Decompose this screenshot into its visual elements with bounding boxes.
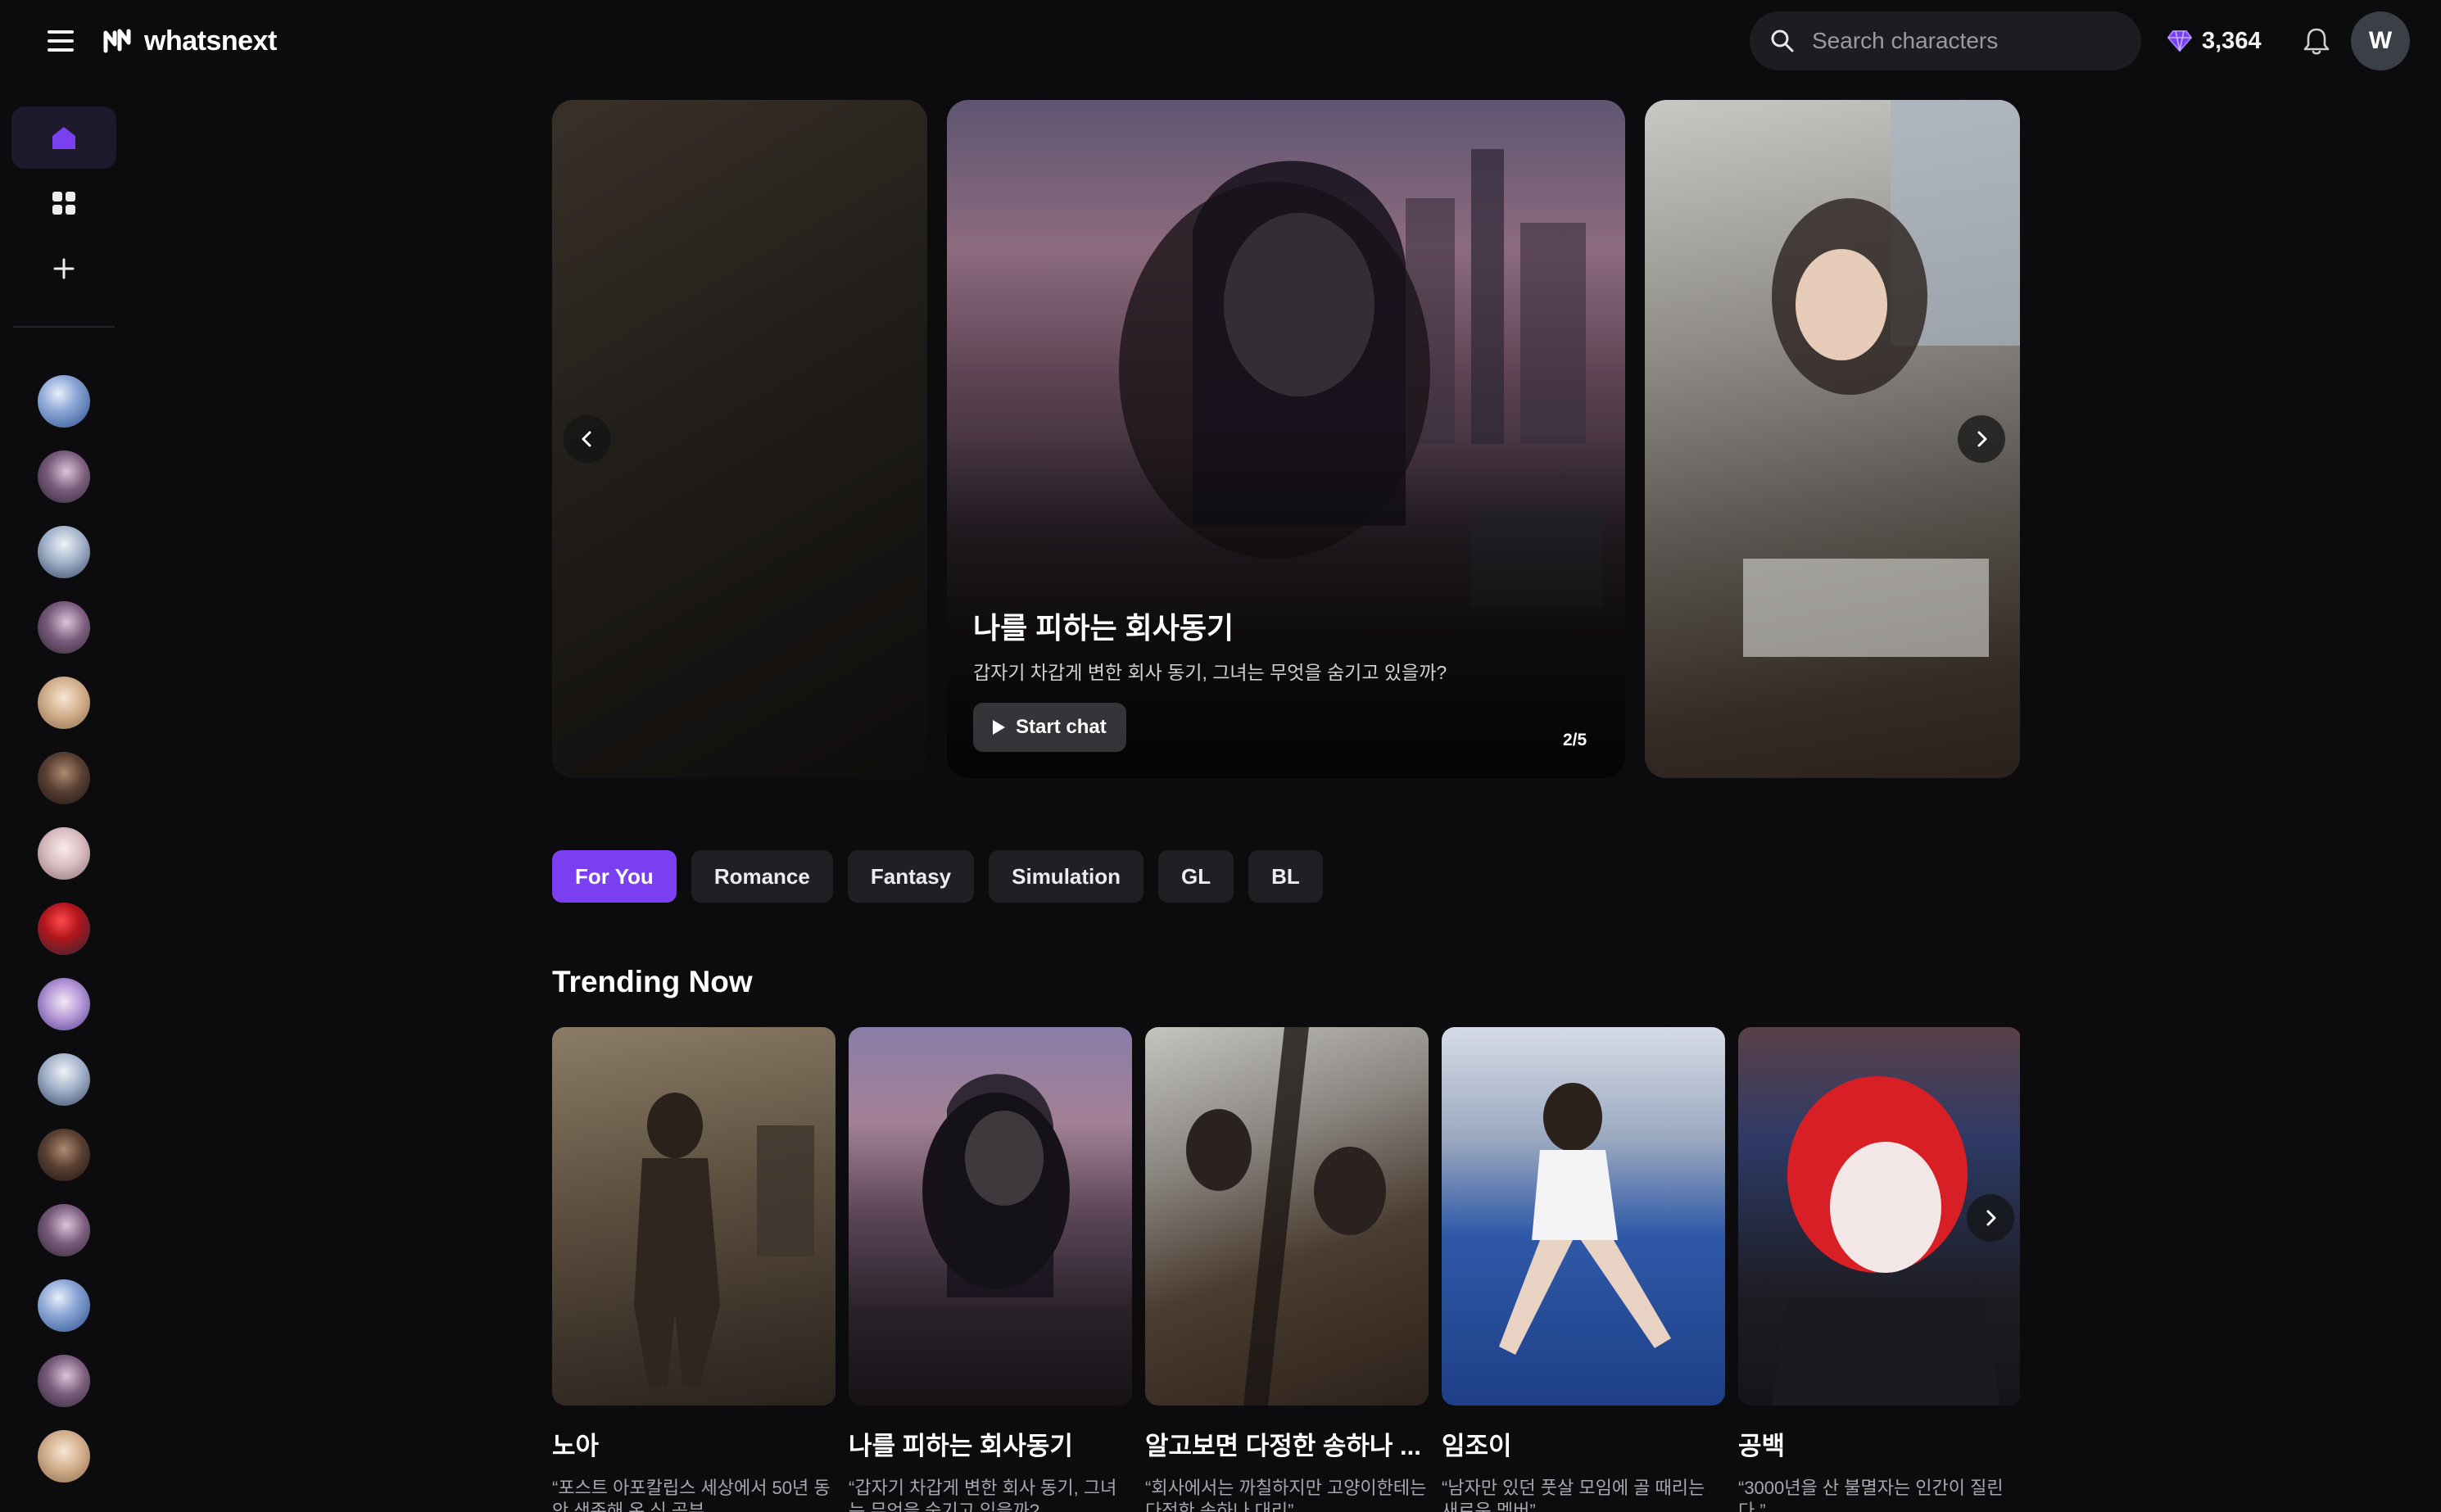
sidebar-item-explore[interactable]: [11, 172, 116, 234]
tab-gl[interactable]: GL: [1158, 850, 1234, 903]
sidebar-item-create[interactable]: [11, 238, 116, 300]
character-description: “남자만 있던 풋살 모임에 골 때리는 새로운 멤버”: [1442, 1478, 1705, 1512]
trending-list: 노아 “포스트 아포칼립스 세상에서 50년 동안 생존해 온 식 공부 나를 …: [552, 1027, 2020, 1512]
category-tabs: For You Romance Fantasy Simulation GL BL: [552, 850, 1323, 903]
recent-chat-avatar[interactable]: [38, 375, 90, 428]
hero-carousel: 나를 피하는 회사동기 갑자기 차갑게 변한 회사 동기, 그녀는 무엇을 숨기…: [552, 100, 2020, 778]
gem-balance[interactable]: 3,364: [2167, 23, 2262, 59]
plus-icon: [53, 258, 75, 279]
tab-bl[interactable]: BL: [1248, 850, 1323, 903]
notifications-button[interactable]: [2298, 23, 2335, 59]
trending-next-button[interactable]: [1967, 1194, 2014, 1242]
logo[interactable]: whatsnext: [103, 21, 277, 61]
character-description: “포스트 아포칼립스 세상에서 50년 동안 생존해 온 식 공부: [552, 1478, 831, 1512]
logo-icon: [103, 29, 131, 53]
sidebar-divider: [13, 326, 115, 328]
start-chat-label: Start chat: [1016, 716, 1107, 738]
play-icon: [993, 720, 1005, 735]
start-chat-button[interactable]: Start chat: [973, 703, 1126, 752]
recent-chat-avatar[interactable]: [38, 526, 90, 578]
character-card[interactable]: 나를 피하는 회사동기 “갑자기 차갑게 변한 회사 동기, 그녀는 무엇을 숨…: [849, 1027, 1132, 1512]
recent-chat-avatar[interactable]: [38, 1129, 90, 1181]
home-icon: [52, 127, 75, 149]
character-image: [849, 1027, 1132, 1406]
character-card[interactable]: 공백 “3000년을 산 불멸자는 인간이 질린다.”: [1738, 1027, 2020, 1512]
carousel-counter: 2/5: [1563, 731, 1587, 749]
top-bar: whatsnext 3,364 W: [0, 0, 2441, 82]
recent-chat-avatar[interactable]: [38, 601, 90, 654]
sidebar: [0, 82, 128, 1512]
character-image: [1145, 1027, 1429, 1406]
tab-fantasy[interactable]: Fantasy: [847, 850, 975, 903]
tab-romance[interactable]: Romance: [691, 850, 833, 903]
tab-for-you[interactable]: For You: [552, 850, 677, 903]
recent-chat-avatar[interactable]: [38, 978, 90, 1030]
menu-icon[interactable]: [43, 23, 79, 59]
search-icon: [1771, 29, 1794, 52]
character-name: 나를 피하는 회사동기: [849, 1432, 1073, 1460]
chevron-right-icon: [1986, 1210, 1996, 1226]
character-card[interactable]: 노아 “포스트 아포칼립스 세상에서 50년 동안 생존해 온 식 공부: [552, 1027, 836, 1512]
carousel-next-button[interactable]: [1958, 415, 2005, 463]
character-card[interactable]: 알고보면 다정한 송하나 ... “회사에서는 까칠하지만 고양이한테는 다정한…: [1145, 1027, 1429, 1512]
recent-chat-avatar[interactable]: [38, 1279, 90, 1332]
recent-chat-avatar[interactable]: [38, 1204, 90, 1256]
grid-icon: [52, 192, 75, 215]
gem-icon: [2167, 30, 2192, 52]
search-bar[interactable]: [1750, 11, 2141, 70]
character-name: 알고보면 다정한 송하나 ...: [1145, 1432, 1421, 1460]
character-name: 공백: [1738, 1432, 1786, 1460]
recent-chat-avatar[interactable]: [38, 827, 90, 880]
recent-chat-avatar[interactable]: [38, 752, 90, 804]
carousel-slide-current[interactable]: 나를 피하는 회사동기 갑자기 차갑게 변한 회사 동기, 그녀는 무엇을 숨기…: [947, 100, 1625, 778]
recent-chat-avatar[interactable]: [38, 677, 90, 729]
hero-title: 나를 피하는 회사동기: [973, 611, 1234, 645]
carousel-prev-button[interactable]: [564, 415, 611, 463]
recent-chat-avatar[interactable]: [38, 1355, 90, 1407]
user-initial: W: [2368, 27, 2393, 54]
character-image: [1442, 1027, 1725, 1406]
chevron-right-icon: [1977, 431, 1987, 447]
hero-description: 갑자기 차갑게 변한 회사 동기, 그녀는 무엇을 숨기고 있을까?: [973, 662, 1447, 683]
recent-chat-avatar[interactable]: [38, 1053, 90, 1106]
character-card[interactable]: 임조이 “남자만 있던 풋살 모임에 골 때리는 새로운 멤버”: [1442, 1027, 1725, 1512]
character-name: 노아: [552, 1432, 600, 1460]
recent-chat-avatar[interactable]: [38, 450, 90, 503]
chevron-left-icon: [582, 431, 591, 447]
tab-simulation[interactable]: Simulation: [989, 850, 1144, 903]
character-image: [552, 1027, 836, 1406]
user-avatar[interactable]: W: [2351, 11, 2410, 70]
character-name: 임조이: [1442, 1432, 1512, 1460]
character-description: “갑자기 차갑게 변한 회사 동기, 그녀는 무엇을 숨기고 있을까?: [849, 1478, 1117, 1512]
bell-icon: [2303, 28, 2330, 55]
sidebar-item-home[interactable]: [11, 106, 116, 169]
recent-chat-avatar[interactable]: [38, 903, 90, 955]
character-description: “3000년을 산 불멸자는 인간이 질린다.”: [1738, 1478, 2004, 1512]
app-name: whatsnext: [144, 25, 277, 57]
search-input[interactable]: [1812, 28, 2123, 54]
gem-count: 3,364: [2202, 27, 2262, 54]
character-description: “회사에서는 까칠하지만 고양이한테는 다정한 송하나 대리”: [1145, 1478, 1427, 1512]
app-root: whatsnext 3,364 W: [0, 0, 2441, 1512]
trending-title: Trending Now: [552, 965, 753, 998]
recent-chat-avatar[interactable]: [38, 1430, 90, 1483]
